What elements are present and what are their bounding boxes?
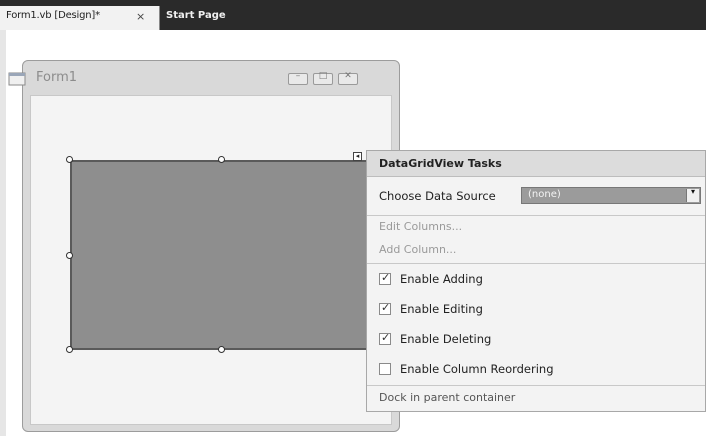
- enable-adding-label: Enable Adding: [400, 272, 483, 286]
- separator: [367, 263, 705, 264]
- document-tab-strip: Form1.vb [Design]* × Start Page: [0, 0, 706, 30]
- chevron-down-icon[interactable]: ▾: [686, 187, 699, 202]
- resize-handle-bottom-left[interactable]: [66, 346, 73, 353]
- maximize-icon: □: [318, 71, 328, 81]
- tab-start-page[interactable]: Start Page: [166, 10, 226, 21]
- enable-column-reordering-label: Enable Column Reordering: [400, 362, 554, 376]
- resize-handle-bottom[interactable]: [218, 346, 225, 353]
- smart-tag-glyph[interactable]: ◂: [353, 152, 362, 161]
- design-surface-left-edge: [0, 30, 6, 436]
- tab-close-icon[interactable]: ×: [136, 10, 145, 23]
- tab-form1-design-label: Form1.vb [Design]*: [6, 10, 100, 21]
- separator: [367, 215, 705, 216]
- datagridview-tasks-panel: DataGridView Tasks Choose Data Source (n…: [366, 150, 706, 412]
- dropdown-arrow-glyph: ▾: [690, 187, 695, 196]
- tab-form1-design[interactable]: Form1.vb [Design]* ×: [0, 6, 160, 30]
- checkbox-box[interactable]: ✓: [379, 271, 391, 285]
- separator: [367, 385, 705, 386]
- form-window-icon: [8, 72, 26, 86]
- checkbox-box[interactable]: ✓: [379, 331, 391, 345]
- tasks-panel-title: DataGridView Tasks: [367, 151, 705, 177]
- data-source-value: (none): [528, 189, 561, 200]
- edit-columns-link[interactable]: Edit Columns...: [379, 220, 462, 233]
- enable-deleting-label: Enable Deleting: [400, 332, 492, 346]
- form-minimize-button[interactable]: –: [288, 71, 308, 85]
- minimize-icon: –: [295, 71, 301, 81]
- check-icon: ✓: [381, 331, 391, 344]
- data-source-select[interactable]: (none) ▾: [521, 187, 701, 204]
- form-title: Form1: [36, 70, 78, 85]
- enable-editing-label: Enable Editing: [400, 302, 483, 316]
- checkbox-box[interactable]: [379, 363, 391, 375]
- choose-data-source-label: Choose Data Source: [379, 189, 496, 203]
- resize-handle-top-left[interactable]: [66, 156, 73, 163]
- checkbox-box[interactable]: ✓: [379, 301, 391, 315]
- check-icon: ✓: [381, 301, 391, 314]
- resize-handle-top[interactable]: [218, 156, 225, 163]
- choose-data-source-text: Choose Data Source: [379, 189, 496, 203]
- form-close-button[interactable]: ✕: [338, 71, 358, 85]
- close-icon: ✕: [344, 71, 352, 81]
- add-column-link[interactable]: Add Column...: [379, 243, 456, 256]
- datagridview-control[interactable]: [70, 160, 373, 350]
- form-maximize-button[interactable]: □: [313, 71, 333, 85]
- dock-in-parent-link[interactable]: Dock in parent container: [379, 391, 515, 404]
- check-icon: ✓: [381, 271, 391, 284]
- resize-handle-left[interactable]: [66, 252, 73, 259]
